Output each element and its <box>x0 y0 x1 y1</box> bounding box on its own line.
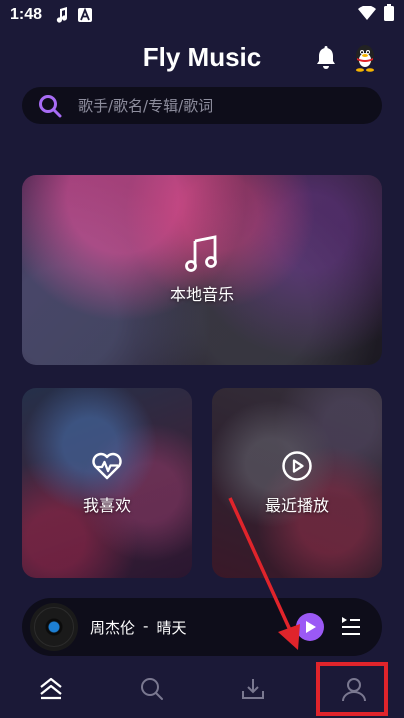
local-music-label: 本地音乐 <box>169 285 234 304</box>
play-button[interactable] <box>296 613 324 641</box>
bell-icon[interactable] <box>315 46 337 70</box>
play-circle-icon <box>282 451 312 481</box>
music-note-icon <box>185 235 217 272</box>
favorites-card[interactable]: 我喜欢 <box>22 388 192 578</box>
play-icon <box>306 621 316 633</box>
wifi-icon <box>358 4 376 25</box>
nav-home[interactable] <box>0 660 101 718</box>
music-note-icon <box>56 7 68 23</box>
search-icon <box>39 94 62 117</box>
player-song: 晴天 <box>156 618 187 637</box>
status-bar: 1:48 <box>0 0 404 30</box>
nav-download[interactable] <box>202 660 303 718</box>
playlist-icon[interactable] <box>340 615 362 637</box>
search-icon <box>140 678 163 700</box>
now-playing-text: 周杰伦 - 晴天 <box>90 617 186 638</box>
app-header: Fly Music <box>0 36 404 80</box>
qq-penguin-icon[interactable] <box>353 44 377 72</box>
text-a-icon <box>78 8 93 22</box>
favorites-label: 我喜欢 <box>82 496 131 515</box>
home-icon <box>39 677 62 700</box>
search-bar[interactable] <box>22 87 382 124</box>
download-icon <box>241 679 264 699</box>
mini-player[interactable]: 周杰伦 - 晴天 <box>22 598 382 656</box>
heart-pulse-icon <box>92 452 122 480</box>
album-disc-icon[interactable] <box>30 603 78 651</box>
player-artist: 周杰伦 <box>90 618 136 637</box>
nav-search[interactable] <box>101 660 202 718</box>
battery-icon <box>384 4 394 26</box>
player-separator: - <box>143 616 149 635</box>
status-time: 1:48 <box>10 6 43 23</box>
recent-played-label: 最近播放 <box>264 496 329 515</box>
local-music-card[interactable]: 本地音乐 <box>22 175 382 365</box>
search-input[interactable] <box>78 96 338 115</box>
app-title: Fly Music <box>142 42 262 72</box>
annotation-highlight-box <box>316 662 388 716</box>
recent-played-card[interactable]: 最近播放 <box>212 388 382 578</box>
